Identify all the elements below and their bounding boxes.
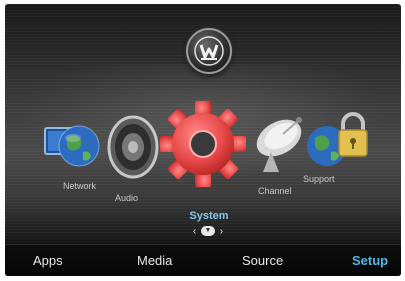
menu-item-audio[interactable]	[103, 112, 159, 182]
speaker-icon	[107, 115, 159, 179]
tab-apps[interactable]: Apps	[33, 253, 63, 268]
westinghouse-w-logo-icon	[194, 36, 224, 66]
globe-monitor-icon	[44, 125, 100, 167]
selected-item-label: System	[189, 210, 229, 222]
menu-label-audio: Audio	[115, 193, 139, 203]
right-arrow-icon[interactable]: ›	[220, 226, 223, 237]
tab-setup[interactable]: Setup	[352, 253, 388, 268]
menu-label-network: Network	[63, 181, 97, 191]
menu-label-channel: Channel	[258, 186, 292, 196]
brand-logo	[186, 28, 232, 74]
chevron-down-icon[interactable]: ▼	[201, 226, 215, 237]
menu-item-network[interactable]	[43, 116, 103, 176]
tab-media[interactable]: Media	[137, 253, 172, 268]
tv-home-screen: Network Audio Channel Support System ‹ ▼…	[5, 4, 401, 276]
left-arrow-icon[interactable]: ‹	[193, 226, 196, 237]
menu-item-system[interactable]	[158, 99, 248, 189]
bottom-tab-bar: Apps Media Source Setup	[5, 244, 401, 276]
tab-source[interactable]: Source	[242, 253, 283, 268]
menu-item-support[interactable]	[303, 112, 373, 176]
menu-label-support: Support	[303, 174, 335, 184]
nav-arrows: ‹ ▼ ›	[188, 226, 228, 240]
gear-icon	[160, 101, 246, 187]
globe-lock-icon	[307, 112, 368, 166]
